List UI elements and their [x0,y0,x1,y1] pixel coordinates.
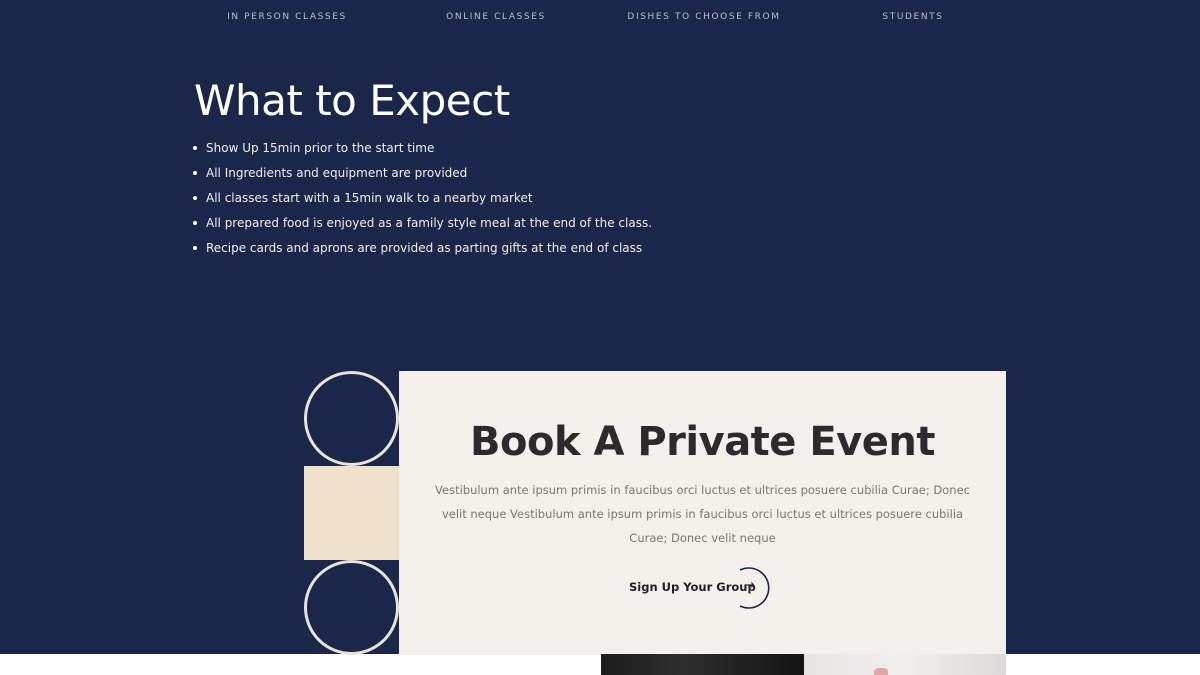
bullet-icon [193,246,197,250]
private-event-heading: Book A Private Event [470,419,935,465]
gallery-image-light [804,654,1006,675]
list-item: Show Up 15min prior to the start time [193,139,652,164]
private-event-card: Book A Private Event Vestibulum ante ips… [399,371,1006,655]
stat-label-students: STUDENTS [882,12,944,22]
bullet-icon [193,196,197,200]
bullet-icon [193,171,197,175]
list-item-text: All prepared food is enjoyed as a family… [206,216,653,230]
stats-label-row: IN PERSON CLASSES ONLINE CLASSES DISHES … [0,12,1200,28]
bullet-icon [193,146,197,150]
list-item-text: All Ingredients and equipment are provid… [206,166,468,180]
decorative-circle-bottom [304,560,399,655]
sign-up-group-button[interactable]: Sign Up Your Group → [629,566,789,610]
gallery-image-accent [874,668,888,675]
expect-list: Show Up 15min prior to the start time Al… [193,139,652,264]
private-event-description: Vestibulum ante ipsum primis in faucibus… [435,483,970,545]
decorative-circle-top [304,371,399,466]
gallery-image-dark [601,654,804,675]
bullet-icon [193,221,197,225]
list-item: Recipe cards and aprons are provided as … [193,239,652,264]
list-item-text: Show Up 15min prior to the start time [206,141,435,155]
stat-label-in-person-classes: IN PERSON CLASSES [227,12,347,22]
stat-label-dishes: DISHES TO CHOOSE FROM [627,12,781,22]
list-item: All classes start with a 15min walk to a… [193,189,652,214]
circle-outline-icon [739,567,770,609]
list-item: All prepared food is enjoyed as a family… [193,214,652,239]
list-item: All Ingredients and equipment are provid… [193,164,652,189]
stat-label-online-classes: ONLINE CLASSES [446,12,546,22]
list-item-text: All classes start with a 15min walk to a… [206,191,533,205]
what-to-expect-heading: What to Expect [194,76,510,125]
decorative-square [304,466,399,560]
list-item-text: Recipe cards and aprons are provided as … [206,241,643,255]
